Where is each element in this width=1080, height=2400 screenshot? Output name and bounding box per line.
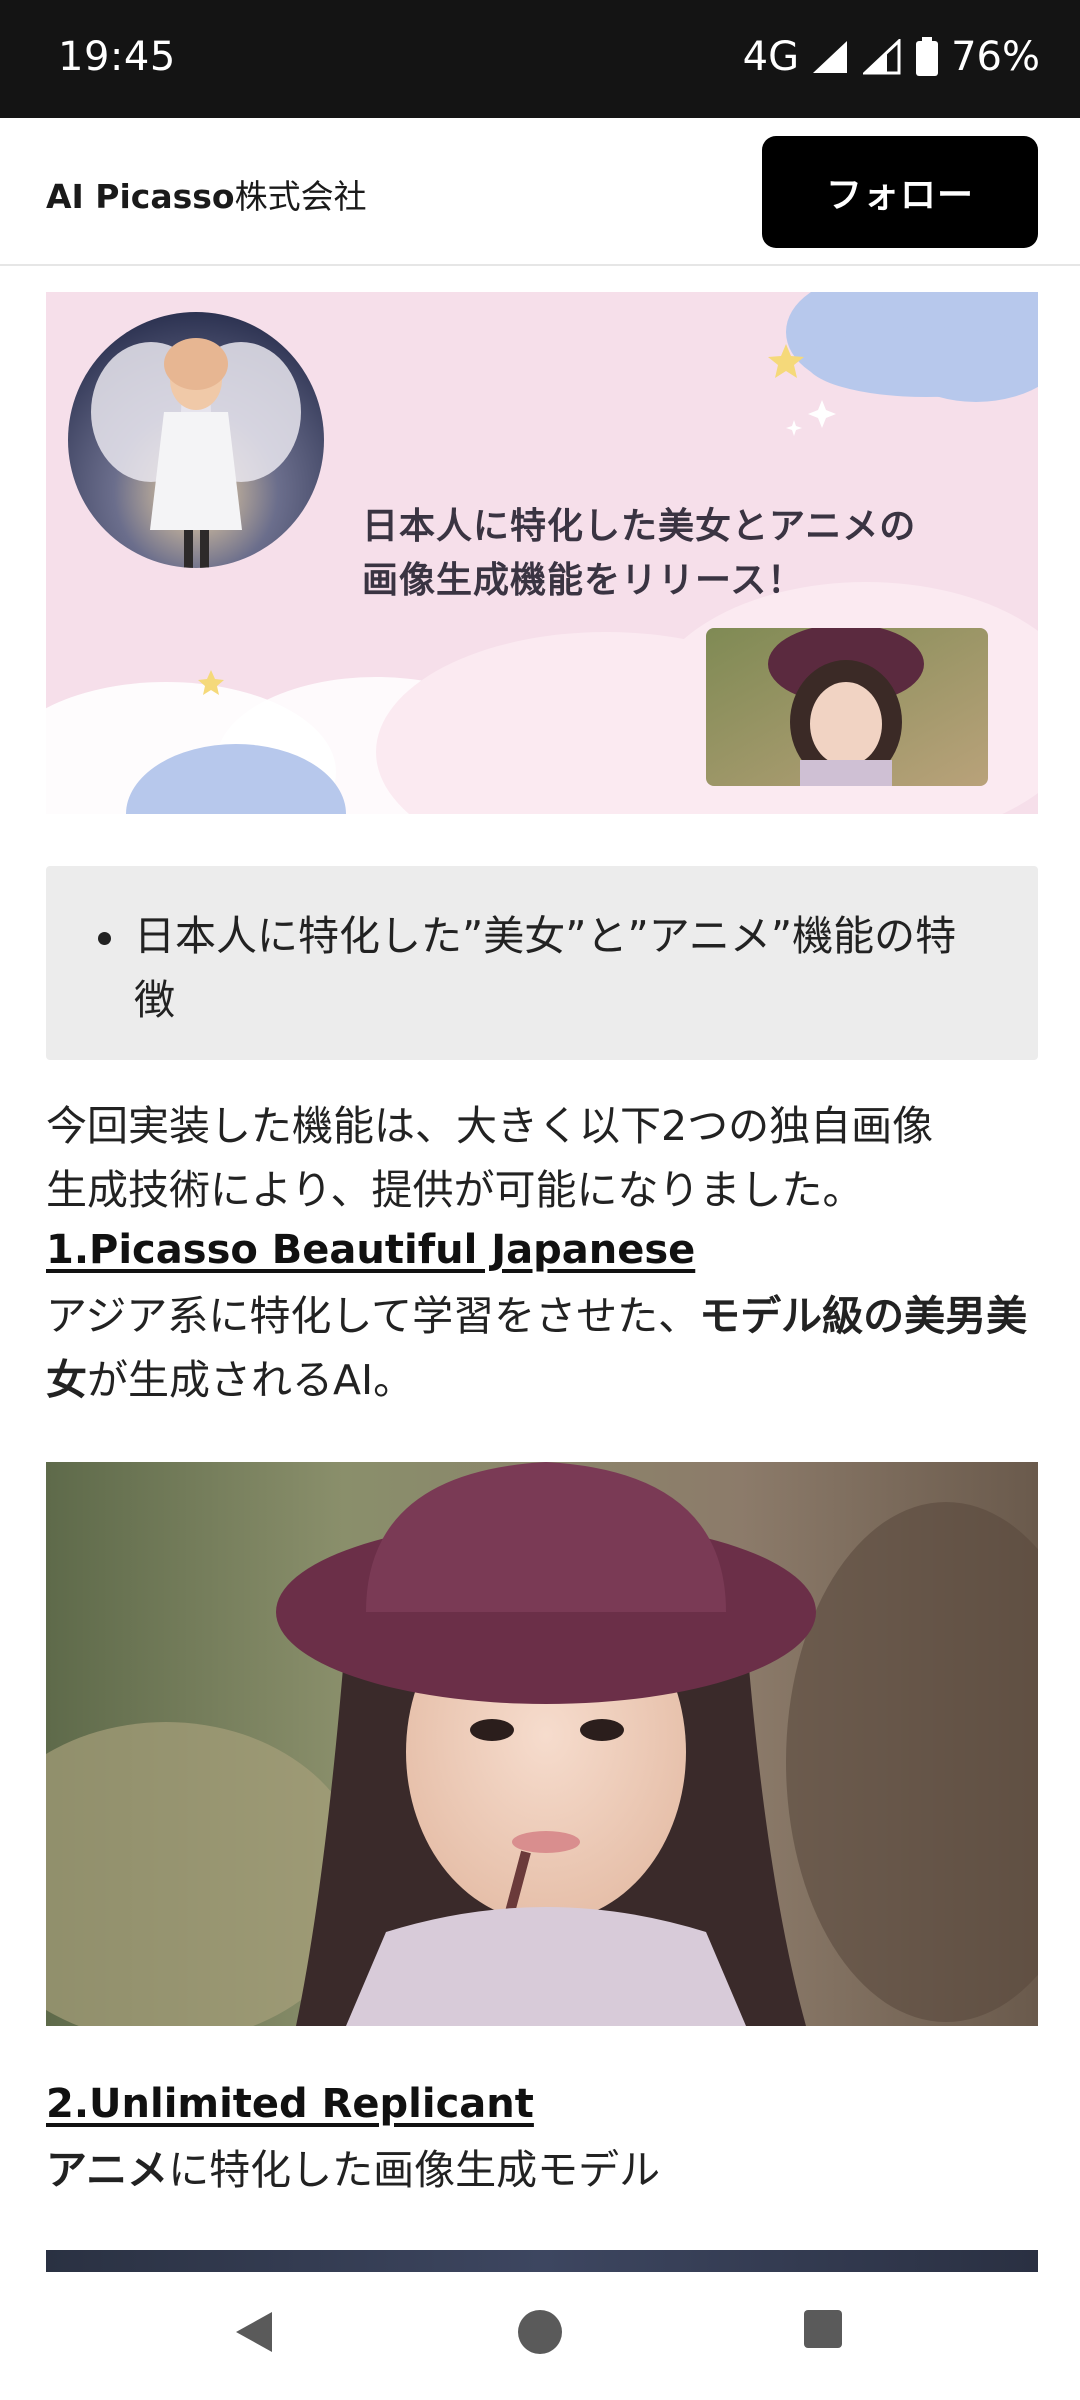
status-indicators: 4G 76%	[743, 34, 1040, 80]
page-header: AI Picasso株式会社 フォロー	[0, 118, 1080, 266]
account-name[interactable]: AI Picasso株式会社	[46, 170, 367, 218]
account-name-latin: AI Picasso	[46, 177, 235, 216]
account-name-cjk: 株式会社	[234, 177, 367, 216]
banner-image: 日本人に特化した美女とアニメの 画像生成機能をリリース！	[46, 292, 1038, 814]
intro-line-2: 生成技術により、提供が可能になりました。	[46, 1166, 864, 1214]
section-1-title[interactable]: 1.Picasso Beautiful Japanese	[46, 1220, 1038, 1280]
network-type: 4G	[742, 34, 800, 80]
follow-button[interactable]: フォロー	[762, 136, 1038, 248]
section-2-title[interactable]: 2.Unlimited Replicant	[46, 2074, 1038, 2134]
battery-icon	[915, 37, 939, 77]
banner-heading-line1: 日本人に特化した美女とアニメの	[362, 506, 917, 547]
list-item: 日本人に特化した”美女”と”アニメ”機能の特徴	[94, 904, 994, 1032]
status-bar: 19:45 4G 76%	[0, 0, 1080, 118]
section-2-text-bold: アニメ	[46, 2146, 169, 2194]
article-photo-image	[46, 1462, 1038, 2026]
intro-line-1: 今回実装した機能は、大きく以下2つの独自画像	[46, 1102, 934, 1150]
signal-icon	[863, 39, 903, 75]
back-icon[interactable]	[232, 2308, 276, 2360]
home-icon[interactable]	[516, 2308, 564, 2360]
signal-icon	[811, 39, 851, 75]
section-1-text-post: が生成されるAI。	[87, 1356, 415, 1404]
banner-heading-line2: 画像生成機能をリリース！	[362, 560, 805, 601]
section-2-text: アニメに特化した画像生成モデル	[46, 2138, 1038, 2202]
recents-icon[interactable]	[802, 2308, 844, 2354]
section-2-text-post: に特化した画像生成モデル	[168, 2146, 661, 2194]
battery-percent: 76%	[951, 34, 1040, 80]
intro-paragraph: 今回実装した機能は、大きく以下2つの独自画像 生成技術により、提供が可能になりま…	[46, 1094, 1038, 1222]
feature-summary-box: 日本人に特化した”美女”と”アニメ”機能の特徴	[46, 866, 1038, 1060]
section-1: 1.Picasso Beautiful Japanese アジア系に特化して学習…	[46, 1220, 1038, 1412]
article-photo[interactable]	[46, 1462, 1038, 2026]
banner-heading: 日本人に特化した美女とアニメの 画像生成機能をリリース！	[362, 500, 916, 608]
status-time: 19:45	[58, 34, 176, 80]
system-nav-bar	[0, 2272, 1080, 2400]
section-1-text: アジア系に特化して学習をさせた、モデル級の美男美女が生成されるAI。	[46, 1284, 1038, 1412]
section-2: 2.Unlimited Replicant アニメに特化した画像生成モデル	[46, 2074, 1038, 2202]
feature-list: 日本人に特化した”美女”と”アニメ”機能の特徴	[94, 904, 998, 1032]
section-1-text-pre: アジア系に特化して学習をさせた、	[46, 1292, 700, 1340]
